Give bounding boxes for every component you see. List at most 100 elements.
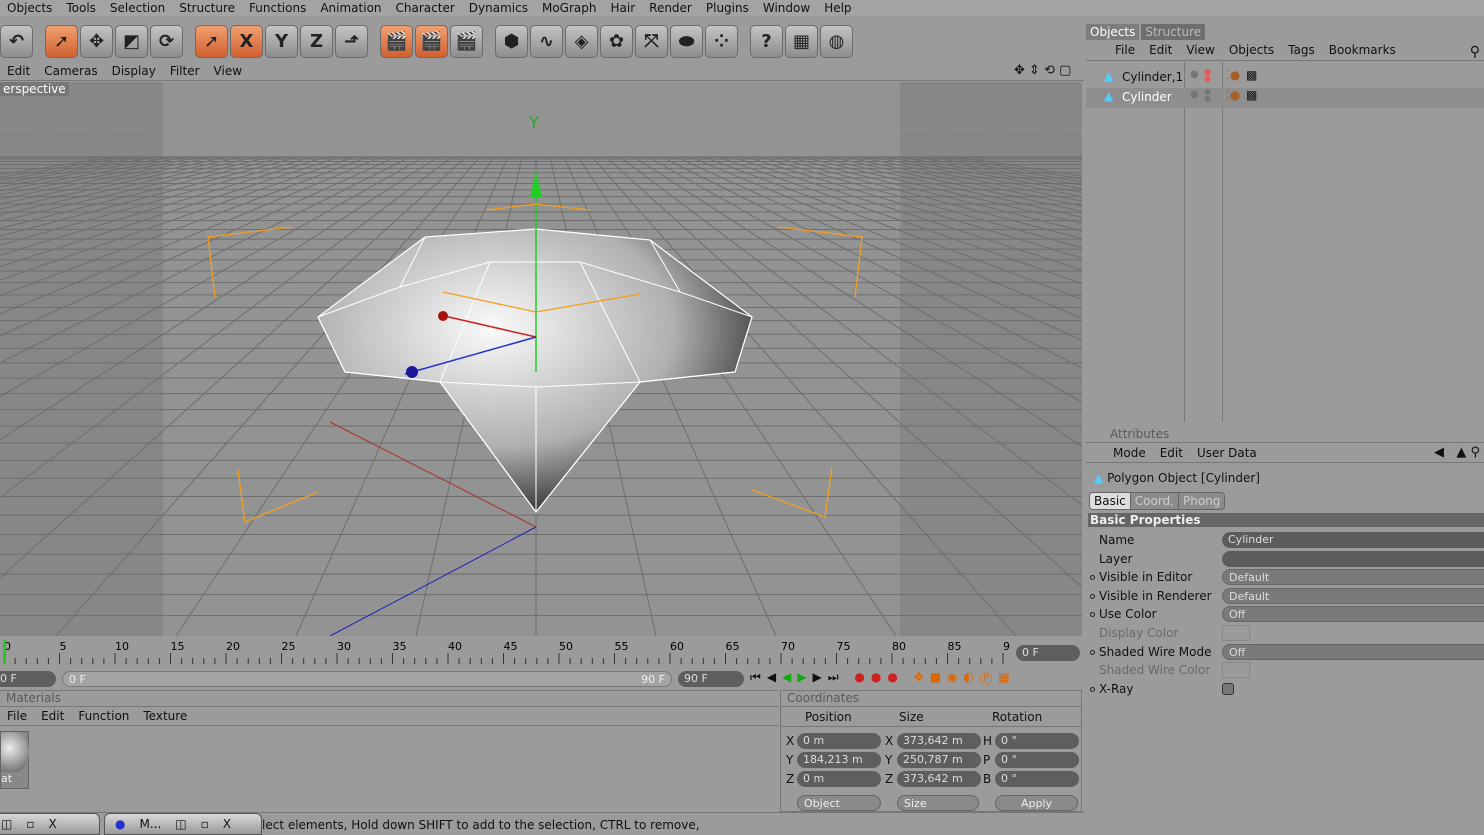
objects-menu-bookmarks[interactable]: Bookmarks <box>1322 43 1403 57</box>
objects-menu-objects[interactable]: Objects <box>1222 43 1281 57</box>
attr-value-field[interactable]: Default <box>1222 569 1484 586</box>
material-tag-icon[interactable]: ⁚● <box>1226 88 1240 102</box>
tab-basic[interactable]: Basic <box>1090 493 1130 509</box>
visibility-dots[interactable]: ● <box>1190 69 1199 80</box>
viewport-menu-edit[interactable]: Edit <box>0 64 37 78</box>
rotation-x-field[interactable]: 0 ° <box>995 733 1079 749</box>
materials-menu-function[interactable]: Function <box>71 709 136 723</box>
x-axis-button[interactable]: X <box>230 24 263 58</box>
animation-bullet-icon[interactable] <box>1090 593 1095 599</box>
position-z-field[interactable]: 0 m <box>797 771 881 787</box>
range-slider[interactable]: 0 F 90 F <box>62 671 672 687</box>
objects-menu-file[interactable]: File <box>1108 43 1142 57</box>
size-z-field[interactable]: 373,642 m <box>897 771 981 787</box>
menu-help[interactable]: Help <box>817 1 858 15</box>
texture-tag-icon[interactable]: ▩ <box>1246 68 1257 82</box>
current-frame-field[interactable]: 0 F <box>1016 645 1080 661</box>
menu-structure[interactable]: Structure <box>172 1 242 15</box>
attributes-menu-mode[interactable]: Mode <box>1106 446 1153 460</box>
size-y-field[interactable]: 250,787 m <box>897 752 981 768</box>
menu-hair[interactable]: Hair <box>603 1 642 15</box>
viewport-menu-display[interactable]: Display <box>105 64 163 78</box>
y-axis-button[interactable]: Y <box>265 24 298 58</box>
size-x-field[interactable]: 373,642 m <box>897 733 981 749</box>
move-button[interactable]: ✥ <box>80 24 113 58</box>
animation-bullet-icon[interactable] <box>1090 686 1095 692</box>
timeline[interactable]: 051015202530354045505560657075808590 0 F <box>0 638 1082 668</box>
menu-selection[interactable]: Selection <box>103 1 172 15</box>
3d-viewport[interactable]: Y erspective <box>0 82 1082 636</box>
object-row[interactable]: ▲ Cylinder ● ● ● ⁚● ▩ <box>1086 88 1484 108</box>
objects-menu-edit[interactable]: Edit <box>1142 43 1179 57</box>
apply-button[interactable]: Apply <box>995 795 1078 811</box>
array-button[interactable]: ✿ <box>600 24 633 58</box>
playback-controls[interactable]: ⏮◀◀▶▶⏭ ●●● ✥■◉◐Ⓟ▦ <box>750 670 1016 685</box>
coordinate-mode-dropdown[interactable]: Object <box>797 795 881 811</box>
materials-menu-edit[interactable]: Edit <box>34 709 71 723</box>
rotation-z-field[interactable]: 0 ° <box>995 771 1079 787</box>
materials-menu-texture[interactable]: Texture <box>136 709 194 723</box>
attr-value-field[interactable]: Off <box>1222 606 1484 623</box>
color-swatch[interactable] <box>1222 662 1250 679</box>
attr-value-field[interactable] <box>1222 550 1484 567</box>
deformer-button[interactable]: ⤧ <box>635 24 668 58</box>
material-thumbnail[interactable]: at <box>0 731 29 789</box>
menu-window[interactable]: Window <box>756 1 817 15</box>
scale-button[interactable]: ◩ <box>115 24 148 58</box>
attributes-menu-edit[interactable]: Edit <box>1153 446 1190 460</box>
start-frame-field[interactable]: 0 F <box>0 671 56 687</box>
attr-value-field[interactable]: Default <box>1222 587 1484 604</box>
selection-tool-button[interactable]: ➚ <box>195 24 228 58</box>
scene-button[interactable]: ⬬ <box>670 24 703 58</box>
xray-checkbox[interactable] <box>1222 682 1234 695</box>
menu-character[interactable]: Character <box>389 1 462 15</box>
tab-phong[interactable]: Phong <box>1178 493 1225 509</box>
viewport-menu-view[interactable]: View <box>207 64 249 78</box>
timeline-button[interactable]: ▦ <box>785 24 818 58</box>
search-icon[interactable]: ⚲ <box>1470 44 1480 60</box>
render-settings-button[interactable]: 🎬 <box>450 24 483 58</box>
menu-functions[interactable]: Functions <box>242 1 313 15</box>
help-button[interactable]: ? <box>750 24 783 58</box>
render-dots[interactable]: ● ● <box>1204 68 1211 83</box>
attributes-menu-user-data[interactable]: User Data <box>1190 446 1264 460</box>
attr-value-field[interactable]: Off <box>1222 643 1484 660</box>
menu-mograph[interactable]: MoGraph <box>535 1 604 15</box>
position-y-field[interactable]: 184,213 m <box>797 752 881 768</box>
live-selection-button[interactable]: ➚ <box>45 24 78 58</box>
menu-dynamics[interactable]: Dynamics <box>462 1 535 15</box>
rotation-y-field[interactable]: 0 ° <box>995 752 1079 768</box>
viewport-menu-cameras[interactable]: Cameras <box>37 64 104 78</box>
coordinate-system-button[interactable]: ⬏ <box>335 24 368 58</box>
minimized-window-2[interactable]: ● M... ◫ ▫ X <box>104 813 262 835</box>
end-frame-field[interactable]: 90 F <box>678 671 744 687</box>
object-row[interactable]: ▲ Cylinder,1 ● ● ● ⁚● ▩ <box>1086 68 1484 88</box>
render-dots[interactable]: ● ● <box>1204 88 1211 103</box>
animation-bullet-icon[interactable] <box>1090 649 1095 655</box>
menu-render[interactable]: Render <box>642 1 699 15</box>
position-x-field[interactable]: 0 m <box>797 733 881 749</box>
menu-objects[interactable]: Objects <box>0 1 59 15</box>
undo-button[interactable]: ↶ <box>0 24 33 58</box>
objects-menu-tags[interactable]: Tags <box>1281 43 1322 57</box>
z-axis-button[interactable]: Z <box>300 24 333 58</box>
cube-button[interactable]: ⬢ <box>495 24 528 58</box>
spline-button[interactable]: ∿ <box>530 24 563 58</box>
viewport-nav-icons[interactable]: ✥ ⇕ ⟲ ▢ <box>1014 63 1071 78</box>
tab-objects[interactable]: Objects <box>1086 24 1140 40</box>
attr-nav-icons[interactable]: ◀ ▲ ⚲ <box>1434 445 1480 460</box>
rotate-button[interactable]: ⟳ <box>150 24 183 58</box>
browser-button[interactable]: ◍ <box>820 24 853 58</box>
texture-tag-icon[interactable]: ▩ <box>1246 88 1257 102</box>
render-view-button[interactable]: 🎬 <box>380 24 413 58</box>
color-swatch[interactable] <box>1222 625 1250 641</box>
visibility-dots[interactable]: ● <box>1190 89 1199 100</box>
minimized-window-1[interactable]: ◫ ▫ X <box>0 813 100 835</box>
animation-bullet-icon[interactable] <box>1090 575 1095 581</box>
animation-bullet-icon[interactable] <box>1090 612 1095 618</box>
materials-menu-file[interactable]: File <box>0 709 34 723</box>
attr-value-field[interactable]: Cylinder <box>1222 532 1484 548</box>
menu-tools[interactable]: Tools <box>59 1 103 15</box>
size-mode-dropdown[interactable]: Size <box>897 795 979 811</box>
nurbs-button[interactable]: ◈ <box>565 24 598 58</box>
